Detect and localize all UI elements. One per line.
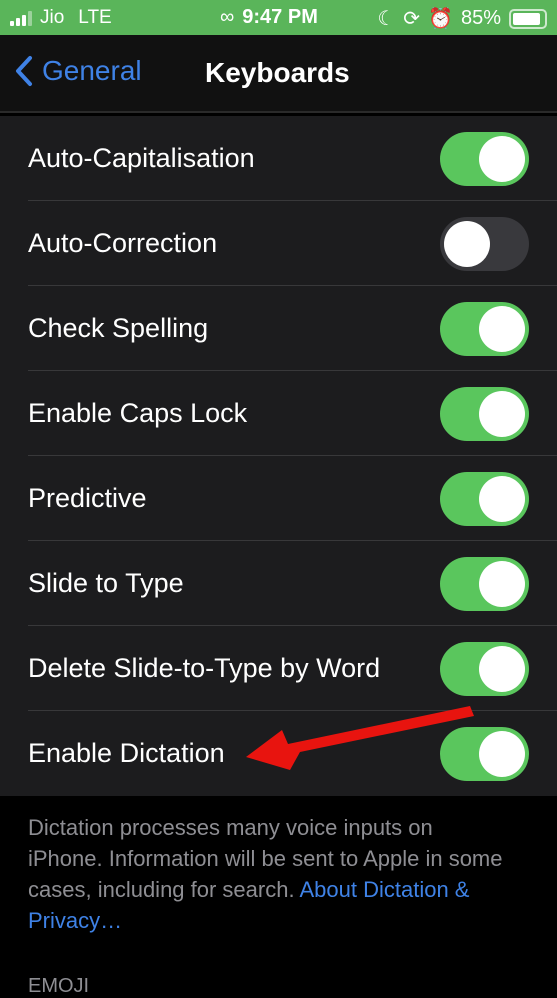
setting-row: Predictive [0, 456, 557, 541]
setting-label: Auto-Capitalisation [28, 143, 255, 173]
chevron-left-icon [16, 56, 32, 86]
emoji-section-header: EMOJI [28, 975, 90, 997]
setting-row: Auto-Capitalisation [0, 116, 557, 201]
caps-lock-toggle[interactable] [440, 386, 529, 441]
carrier-label: Jio [40, 7, 65, 28]
back-button[interactable]: General [14, 55, 142, 87]
keyboard-settings-list: Auto-Capitalisation Auto-Correction Chec… [0, 116, 557, 796]
setting-label: Enable Dictation [28, 738, 225, 768]
setting-row: Enable Caps Lock [0, 371, 557, 456]
setting-row: Auto-Correction [0, 201, 557, 286]
setting-label: Predictive [28, 483, 147, 513]
setting-label: Check Spelling [28, 313, 209, 343]
dictation-footer: Dictation processes many voice inputs on… [28, 812, 508, 936]
setting-row: Slide to Type [0, 541, 557, 626]
page-title: Keyboards [205, 57, 350, 88]
auto-correction-toggle[interactable] [440, 216, 529, 271]
slide-to-type-toggle[interactable] [440, 556, 529, 611]
back-label: General [42, 55, 142, 86]
setting-row: Check Spelling [0, 286, 557, 371]
check-spelling-toggle[interactable] [440, 301, 529, 356]
rotation-lock-icon: ⟳ [403, 8, 421, 30]
delete-slide-to-type-toggle[interactable] [440, 641, 529, 696]
setting-label: Delete Slide-to-Type by Word [28, 653, 381, 683]
link-icon: ∞ [220, 6, 235, 28]
network-label: LTE [78, 7, 112, 28]
predictive-toggle[interactable] [440, 471, 529, 526]
setting-row: Delete Slide-to-Type by Word [0, 626, 557, 711]
battery-percent: 85% [460, 7, 501, 29]
battery-icon [509, 8, 547, 29]
moon-icon: ☾ [377, 8, 396, 30]
auto-capitalisation-toggle[interactable] [440, 131, 529, 186]
enable-dictation-toggle[interactable] [440, 726, 529, 781]
setting-label: Slide to Type [28, 568, 184, 598]
setting-label: Auto-Correction [28, 228, 218, 258]
setting-row: Enable Dictation [0, 711, 557, 796]
navigation-bar: General Keyboards [0, 35, 557, 113]
signal-bars-icon [10, 10, 32, 26]
setting-label: Enable Caps Lock [28, 398, 248, 428]
status-bar: Jio LTE ∞ 9:47 PM ☾ ⟳ ⏰ 85% [0, 0, 557, 35]
time-label: 9:47 PM [242, 6, 318, 28]
alarm-icon: ⏰ [428, 8, 453, 30]
